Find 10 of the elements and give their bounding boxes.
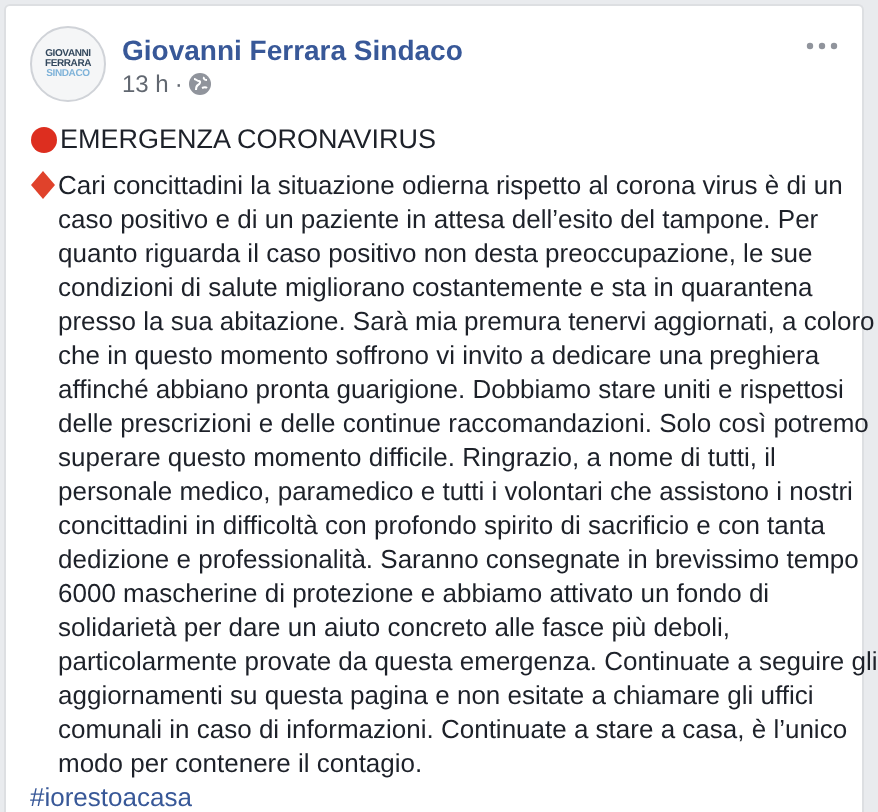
separator: ·	[174, 70, 183, 98]
hashtag-link[interactable]: #iorestoacasa	[30, 780, 192, 812]
post-heading: EMERGENZA CORONAVIRUS	[60, 122, 437, 156]
post-time[interactable]: 13 h	[122, 70, 169, 98]
globe-icon	[188, 72, 213, 96]
author-name[interactable]: Giovanni Ferrara Sindaco	[122, 32, 463, 68]
more-options-icon[interactable]	[806, 42, 838, 50]
post-text: Cari concittadini la situazione odierna rispetto al corona virus è di un caso positivo e di un paziente in attesa dell’esito del tampone. Per quanto riguarda il caso positivo non desta preoccupazione, le sue condizioni di salute migliorano costantemente e sta in quarantena presso la sua abitazione. Sarà mia premura tenervi aggiornati, a coloro che in questo momento soffrono vi invito a dedicare una preghiera affinché abbiano pronta guarigione. Dobbiamo stare uniti e rispettosi delle prescrizioni e delle continue raccomandazioni. Solo così potremo superare questo momento difficile. Ringrazio, a nome di tutti, il personale medico, paramedico e tutti i volontari che assistono i nostri concittadini in difficoltà con profondo spirito di sacrificio e con tanta dedizione e professionalità. Saranno consegnate in brevissimo tempo 6000 mascherine di protezione e abbiamo attivato un fondo di solidarietà per dare un aiuto concreto alle fasce più deboli, particolarmente provate da questa emergenza. Continuate a seguire gli aggiornamenti su questa pagina e non esitate a chiamare gli uffici comunali in caso di informazioni. Continuate a stare a casa, è l’unico modo per contenere il contagio.	[58, 168, 878, 780]
dot-icon	[30, 125, 58, 153]
diamond-icon	[30, 170, 56, 200]
